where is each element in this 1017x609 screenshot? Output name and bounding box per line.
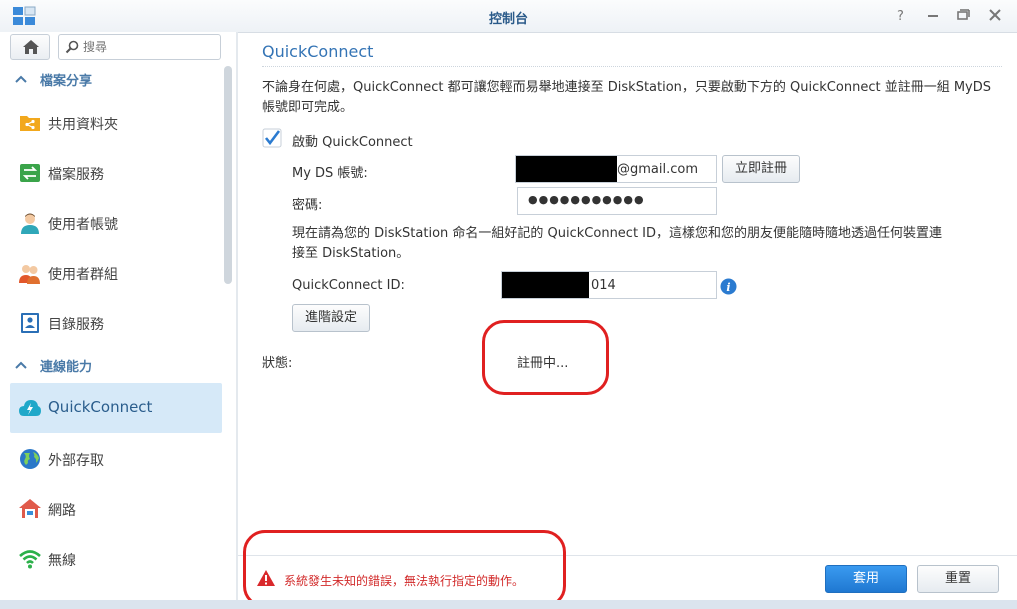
directory-icon: [21, 313, 39, 333]
file-services-icon: [20, 164, 40, 182]
myds-account-label: My DS 帳號:: [292, 166, 368, 181]
globe-icon: [20, 449, 40, 469]
quickconnect-id-label: QuickConnect ID:: [292, 278, 405, 293]
sidebar-item-wireless[interactable]: 無線: [10, 534, 222, 584]
section-connectivity[interactable]: 連線能力: [14, 356, 214, 376]
info-icon[interactable]: i: [720, 278, 737, 295]
quickconnect-id-instruction: 現在請為您的 DiskStation 命名一組好記的 QuickConnect …: [292, 226, 943, 261]
sidebar-item-external-access[interactable]: 外部存取: [10, 434, 222, 484]
sidebar-item-label: 使用者群組: [48, 267, 118, 283]
sidebar-item-label: 共用資料夾: [48, 117, 118, 133]
search-icon: [65, 40, 79, 54]
window-title: 控制台: [488, 12, 528, 27]
chevron-up-icon: [15, 75, 27, 83]
sidebar-item-shared-folder[interactable]: 共用資料夾: [10, 98, 222, 148]
password-input[interactable]: ●●●●●●●●●●●: [517, 187, 717, 215]
section-label: 檔案分享: [40, 74, 93, 89]
quickconnect-description: 不論身在何處，QuickConnect 都可讓您輕而易舉地連接至 DiskSta…: [262, 80, 991, 115]
quickconnect-id-value: 014: [591, 278, 616, 293]
svg-text:?: ?: [897, 9, 904, 24]
window-titlebar: 控制台 ?: [0, 0, 1017, 33]
title-divider: [262, 66, 1002, 67]
quickconnect-id-input[interactable]: 014: [501, 271, 717, 299]
sidebar-item-label: 無線: [48, 553, 76, 569]
sidebar-scrollbar[interactable]: [224, 66, 232, 284]
annotation-circle-status: [482, 320, 609, 395]
redaction-box: [516, 156, 617, 182]
register-now-button[interactable]: 立即註冊: [722, 155, 800, 183]
user-icon: [21, 213, 39, 234]
help-icon[interactable]: ?: [892, 6, 910, 24]
wifi-icon: [19, 550, 41, 569]
sidebar-item-directory[interactable]: 目錄服務: [10, 298, 222, 348]
maximize-icon[interactable]: [954, 6, 972, 24]
chevron-up-icon: [15, 361, 27, 369]
sidebar-item-label: 網路: [48, 503, 76, 519]
svg-text:i: i: [726, 281, 730, 294]
sidebar-item-label: 外部存取: [48, 453, 104, 469]
sidebar-item-file-services[interactable]: 檔案服務: [10, 148, 222, 198]
quickconnect-icon: [19, 400, 41, 416]
sidebar-item-group[interactable]: 使用者群組: [10, 248, 222, 298]
apply-button[interactable]: 套用: [825, 565, 907, 593]
password-mask: ●●●●●●●●●●●: [528, 193, 645, 206]
sidebar-item-label: QuickConnect: [48, 398, 153, 416]
sidebar-item-user[interactable]: 使用者帳號: [10, 198, 222, 248]
minimize-icon[interactable]: [924, 6, 942, 24]
search-box[interactable]: [58, 34, 221, 60]
enable-quickconnect-checkbox[interactable]: [262, 128, 282, 148]
sidebar-item-label: 目錄服務: [48, 317, 104, 333]
section-file-sharing[interactable]: 檔案分享: [14, 70, 214, 90]
page-title: QuickConnect: [262, 42, 374, 61]
group-icon: [19, 265, 40, 284]
taskbar-edge: [0, 600, 1017, 609]
enable-quickconnect-label: 啟動 QuickConnect: [292, 135, 413, 150]
network-house-icon: [19, 499, 41, 518]
status-label: 狀態:: [262, 356, 293, 371]
myds-account-value: @gmail.com: [617, 162, 699, 177]
advanced-settings-button[interactable]: 進階設定: [292, 304, 370, 332]
annotation-circle-error: [243, 530, 566, 608]
sidebar-item-network[interactable]: 網路: [10, 484, 222, 534]
home-button[interactable]: [10, 34, 50, 60]
search-input[interactable]: [83, 38, 213, 56]
password-label: 密碼:: [292, 198, 323, 213]
close-icon[interactable]: [986, 6, 1004, 24]
myds-account-input[interactable]: @gmail.com: [515, 155, 717, 183]
sidebar-item-label: 檔案服務: [48, 167, 104, 183]
redaction-box: [502, 272, 589, 298]
sidebar-item-quickconnect[interactable]: QuickConnect: [10, 383, 222, 433]
section-label: 連線能力: [40, 360, 93, 375]
main-panel: QuickConnect 不論身在何處，QuickConnect 都可讓您輕而易…: [238, 32, 1017, 609]
shared-folder-icon: [20, 116, 40, 131]
home-icon: [23, 40, 39, 54]
reset-button[interactable]: 重置: [917, 565, 999, 593]
sidebar-item-label: 使用者帳號: [48, 217, 118, 233]
